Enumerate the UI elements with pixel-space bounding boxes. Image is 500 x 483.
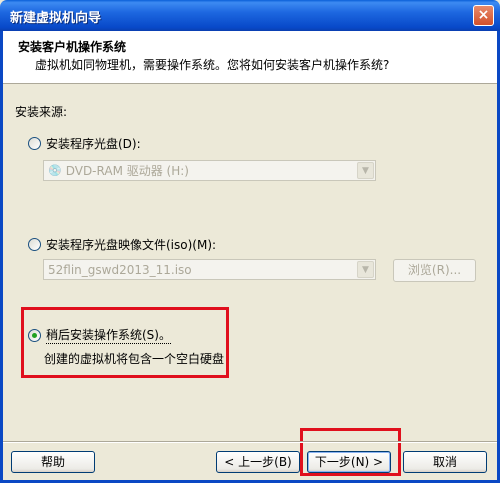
disc-drive-value: DVD-RAM 驱动器 (H:) <box>65 164 189 178</box>
wizard-header: 安装客户机操作系统 虚拟机如同物理机，需要操作系统。您将如何安装客户机操作系统? <box>3 31 497 84</box>
disc-option[interactable]: 安装程序光盘(D): <box>28 135 141 152</box>
iso-option[interactable]: 安装程序光盘映像文件(iso)(M): <box>28 236 216 253</box>
next-button[interactable]: 下一步(N) > <box>307 451 391 473</box>
header-subtitle: 虚拟机如同物理机，需要操作系统。您将如何安装客户机操作系统? <box>35 58 390 72</box>
title-bar: 新建虚拟机向导 × <box>0 0 500 31</box>
help-button[interactable]: 帮助 <box>11 451 95 473</box>
disc-radio[interactable] <box>28 137 41 150</box>
browse-button[interactable]: 浏览(R)... <box>393 259 476 282</box>
close-icon: × <box>477 7 490 23</box>
close-button[interactable]: × <box>473 5 494 26</box>
disc-drive-icon: 💿 <box>48 164 62 177</box>
cancel-button[interactable]: 取消 <box>403 451 487 473</box>
chevron-down-icon[interactable]: ▼ <box>357 162 374 179</box>
header-title: 安装客户机操作系统 <box>18 40 127 54</box>
footer-divider <box>3 441 497 443</box>
window-title: 新建虚拟机向导 <box>10 11 102 26</box>
window-frame <box>0 31 500 483</box>
back-button[interactable]: < 上一步(B) <box>216 451 300 473</box>
iso-radio[interactable] <box>28 238 41 251</box>
chevron-down-icon[interactable]: ▼ <box>357 261 374 278</box>
iso-option-label: 安装程序光盘映像文件(iso)(M): <box>46 238 217 252</box>
iso-path-value: 52flin_gswd2013_11.iso <box>48 262 192 277</box>
iso-path-select[interactable]: 52flin_gswd2013_11.iso ▼ <box>43 259 376 280</box>
install-source-label: 安装来源: <box>15 105 68 119</box>
disc-drive-select[interactable]: 💿 DVD-RAM 驱动器 (H:) ▼ <box>43 160 376 181</box>
highlight-box-later <box>21 307 229 378</box>
disc-option-label: 安装程序光盘(D): <box>46 137 141 151</box>
